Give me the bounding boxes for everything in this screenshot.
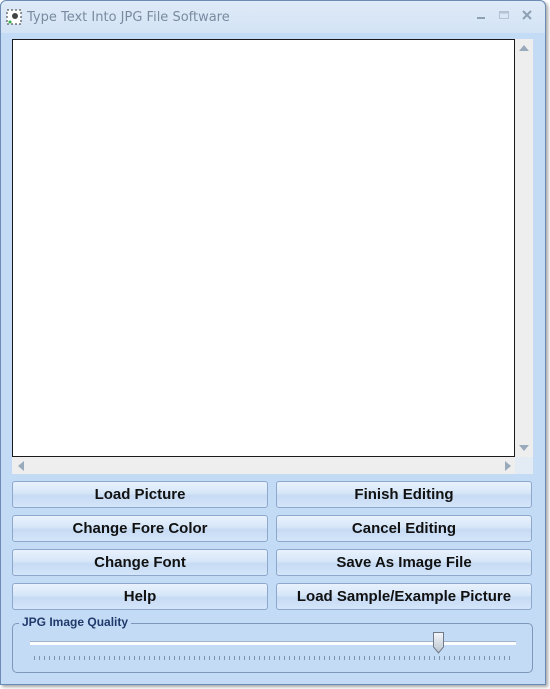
change-fore-color-button[interactable]: Change Fore Color	[12, 515, 268, 542]
window-title: Type Text Into JPG File Software	[27, 10, 230, 25]
horizontal-scrollbar[interactable]	[12, 457, 515, 474]
maximize-button[interactable]	[494, 8, 514, 26]
scroll-up-icon[interactable]	[519, 45, 529, 51]
load-picture-button[interactable]: Load Picture	[12, 481, 268, 508]
scroll-corner	[515, 457, 533, 474]
change-font-button[interactable]: Change Font	[12, 549, 268, 576]
quality-slider-ticks	[34, 656, 510, 660]
minimize-icon	[477, 17, 485, 19]
jpg-quality-group	[12, 623, 533, 673]
app-window: Type Text Into JPG File Software Load Pi…	[0, 0, 546, 685]
scroll-down-icon[interactable]	[519, 445, 529, 451]
finish-editing-button[interactable]: Finish Editing	[276, 481, 532, 508]
cancel-editing-button[interactable]: Cancel Editing	[276, 515, 532, 542]
scroll-left-icon[interactable]	[18, 461, 24, 471]
load-sample-picture-button[interactable]: Load Sample/Example Picture	[276, 583, 532, 610]
scroll-right-icon[interactable]	[505, 461, 511, 471]
app-icon	[6, 9, 22, 25]
close-button[interactable]	[517, 8, 537, 26]
save-as-image-file-button[interactable]: Save As Image File	[276, 549, 532, 576]
help-button[interactable]: Help	[12, 583, 268, 610]
quality-slider-thumb[interactable]	[433, 632, 445, 654]
title-bar[interactable]: Type Text Into JPG File Software	[1, 1, 545, 33]
jpg-quality-label: JPG Image Quality	[19, 615, 132, 629]
maximize-icon	[499, 11, 509, 19]
vertical-scrollbar[interactable]	[515, 39, 533, 457]
minimize-button[interactable]	[471, 8, 491, 26]
picture-canvas[interactable]	[12, 39, 515, 457]
close-icon	[522, 10, 532, 20]
